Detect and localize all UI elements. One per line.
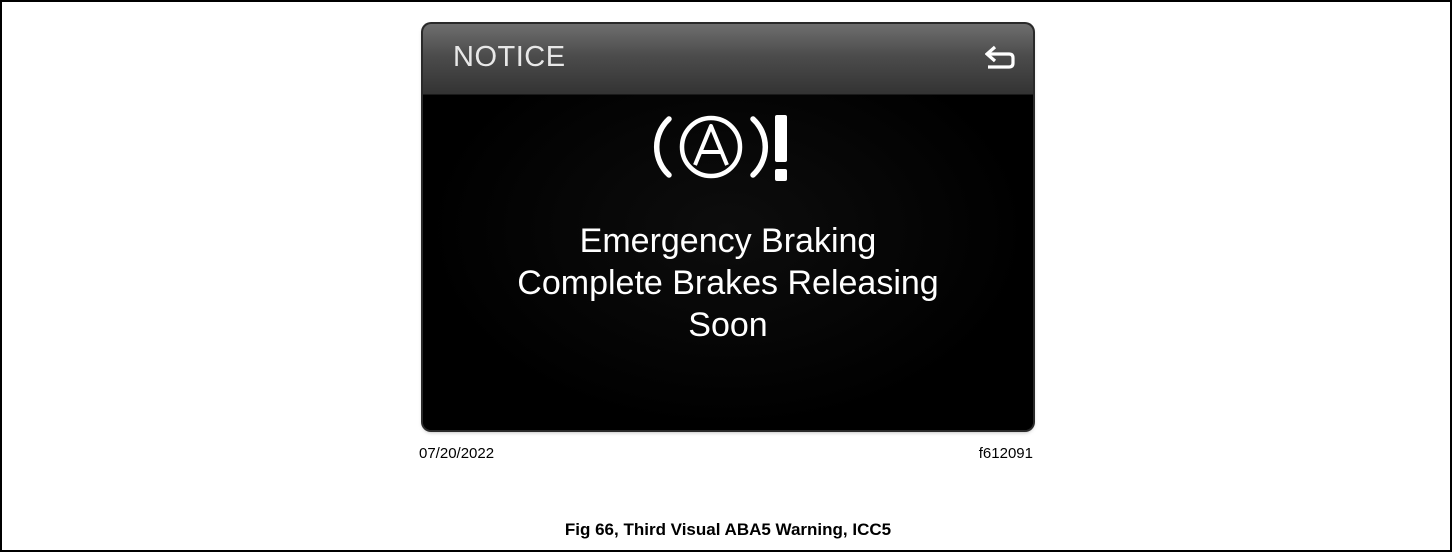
figure-caption: Fig 66, Third Visual ABA5 Warning, ICC5 (564, 520, 892, 539)
instrument-cluster-display: NOTICE Emergency Braking Complete Brakes… (423, 24, 1033, 430)
figure-image-id: f612091 (978, 445, 1033, 462)
warning-message: Emergency Braking Complete Brakes Releas… (423, 220, 1033, 346)
figure-date: 07/20/2022 (419, 445, 495, 462)
active-brake-assist-warning-icon (654, 115, 787, 181)
figure-frame: NOTICE Emergency Braking Complete Brakes… (0, 0, 1452, 552)
return-arrow-icon[interactable] (985, 45, 1015, 73)
display-header-bar: NOTICE (423, 24, 1033, 95)
display-body: Emergency Braking Complete Brakes Releas… (423, 95, 1033, 430)
warning-message-line-3: Soon (688, 306, 768, 344)
display-header-title: NOTICE (453, 41, 566, 73)
warning-message-line-2: Complete Brakes Releasing (517, 264, 939, 302)
warning-message-line-1: Emergency Braking (579, 222, 877, 260)
